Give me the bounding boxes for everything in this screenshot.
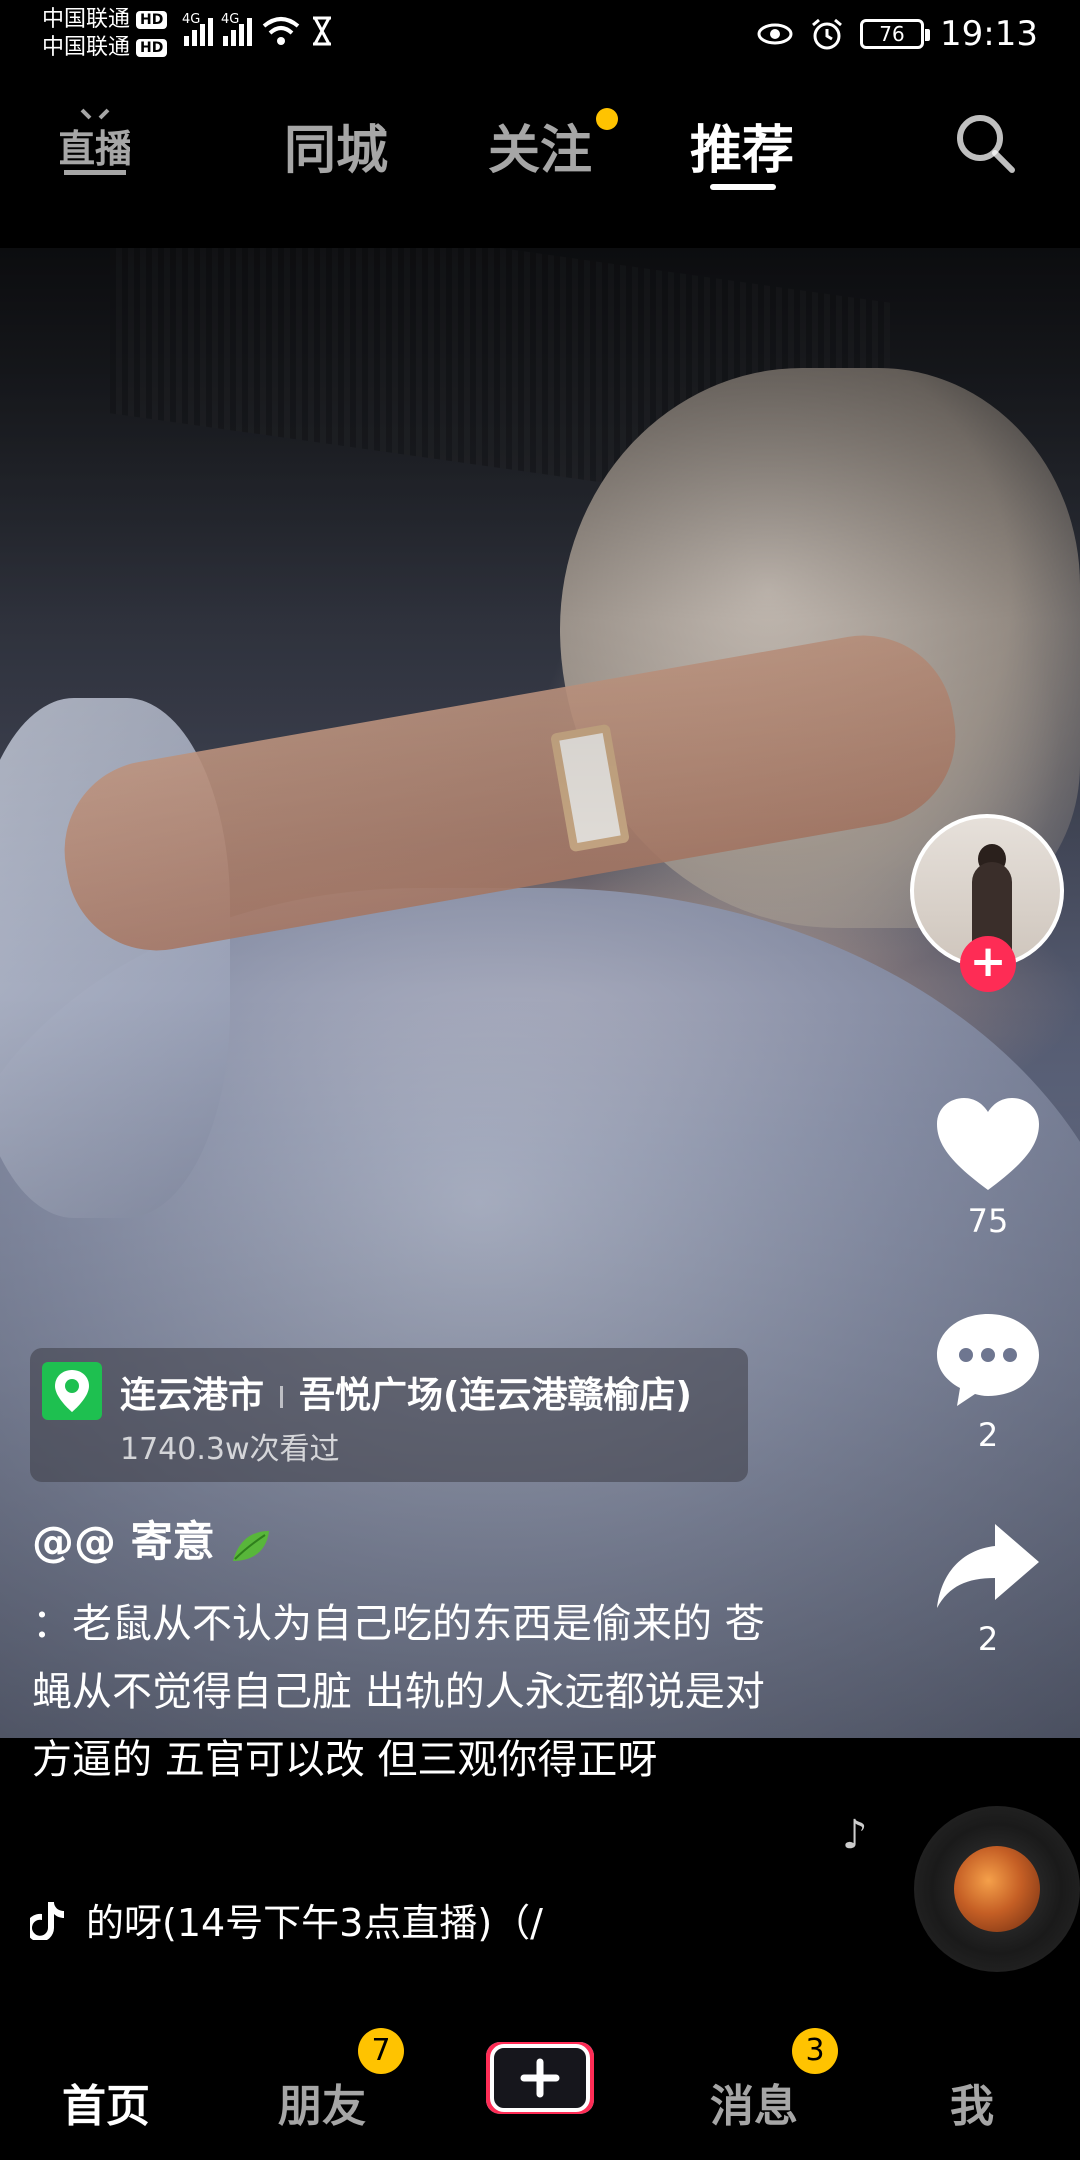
search-icon	[957, 115, 1015, 173]
location-city: 连云港市	[120, 1375, 265, 1416]
author-name[interactable]: @@ 寄意	[32, 1508, 273, 1569]
nav-messages[interactable]: 消息	[710, 2070, 798, 2134]
friends-badge: 7	[358, 2028, 404, 2074]
share-button[interactable]: 2	[920, 1520, 1056, 1658]
signal-icon: 4G	[182, 12, 213, 46]
comment-icon	[937, 1314, 1039, 1406]
post-caption[interactable]: ：老鼠从不认为自己吃的东西是偷来的 苍蝇从不觉得自己脏 出轨的人永远都说是对方逼…	[32, 1590, 772, 1794]
carrier-name-1: 中国联通	[42, 7, 131, 32]
messages-badge: 3	[792, 2028, 838, 2074]
create-button[interactable]	[480, 2038, 600, 2118]
hd-badge: HD	[136, 39, 168, 57]
wifi-icon	[262, 17, 300, 45]
music-disc[interactable]	[914, 1806, 1080, 1972]
status-right: 76 19:13	[756, 14, 1038, 54]
comment-count: 2	[977, 1416, 999, 1454]
share-arrow-icon	[937, 1524, 1039, 1608]
nav-profile[interactable]: 我	[950, 2070, 994, 2134]
tab-recommended[interactable]: 推荐	[690, 108, 794, 183]
clock: 19:13	[940, 14, 1038, 54]
tab-local[interactable]: 同城	[284, 108, 388, 183]
location-title: 连云港市 吾悦广场(连云港赣榆店)	[120, 1366, 692, 1418]
live-tv-icon: 直播	[57, 108, 134, 175]
eye-icon	[757, 23, 793, 45]
follow-button[interactable]: +	[960, 936, 1016, 992]
location-views: 1740.3w次看过	[120, 1432, 340, 1467]
author-handle: @@ 寄意	[32, 1517, 215, 1566]
location-pin-icon	[42, 1362, 102, 1420]
like-count: 75	[967, 1202, 1009, 1240]
live-label: 直播	[60, 127, 130, 171]
alarm-icon	[812, 18, 842, 50]
location-tag[interactable]: 连云港市 吾悦广场(连云港赣榆店) 1740.3w次看过	[30, 1348, 748, 1482]
carrier-info: 中国联通 HD 中国联通 HD	[42, 6, 168, 62]
location-separator	[280, 1386, 284, 1408]
top-navigation: 直播 同城 关注 推荐	[0, 96, 1080, 206]
signal-icon: 4G	[221, 12, 252, 46]
hourglass-icon	[313, 16, 331, 46]
battery-icon: 76	[860, 19, 931, 49]
share-count: 2	[977, 1620, 999, 1658]
tiktok-note-icon	[30, 1901, 64, 1940]
music-info[interactable]: 的呀(14号下午3点直播)（/	[30, 1892, 590, 1947]
signal-indicators: 4G 4G	[182, 12, 334, 46]
plus-icon	[486, 2042, 594, 2114]
music-note-icon: ♪	[842, 1812, 868, 1858]
tab-following[interactable]: 关注	[488, 108, 592, 183]
nav-friends[interactable]: 朋友	[278, 2070, 366, 2134]
heart-icon	[937, 1098, 1039, 1190]
nav-home[interactable]: 首页	[62, 2070, 150, 2134]
hd-badge: HD	[136, 11, 168, 29]
bottom-navigation: 首页 朋友 7 消息 3 我	[0, 2008, 1080, 2160]
status-bar: 中国联通 HD 中国联通 HD 4G 4G 76 19:13	[0, 0, 1080, 72]
active-tab-indicator	[710, 184, 776, 190]
music-cover	[954, 1846, 1040, 1932]
carrier-name-2: 中国联通	[42, 35, 131, 60]
live-button[interactable]: 直播	[57, 106, 134, 182]
music-title: 的呀(14号下午3点直播)（/	[86, 1901, 543, 1945]
leaf-icon	[233, 1530, 270, 1561]
following-notification-dot	[596, 108, 618, 130]
like-button[interactable]: 75	[920, 1094, 1056, 1240]
search-button[interactable]	[952, 110, 1018, 176]
comment-button[interactable]: 2	[920, 1308, 1056, 1454]
location-place: 吾悦广场(连云港赣榆店)	[299, 1375, 692, 1416]
